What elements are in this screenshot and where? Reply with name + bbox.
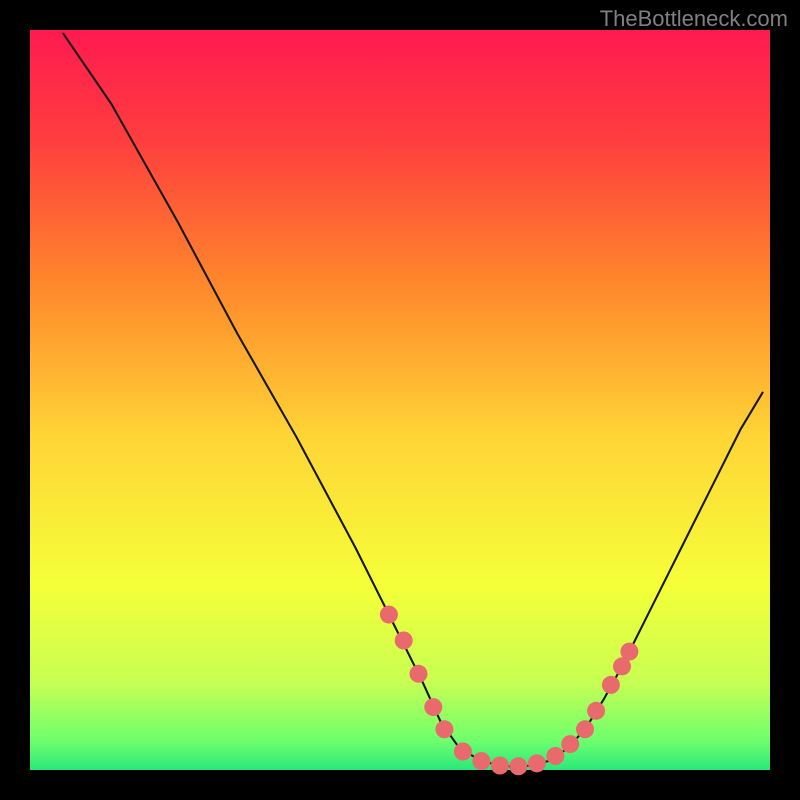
bottleneck-chart	[0, 0, 800, 800]
data-marker	[395, 632, 413, 650]
data-marker	[602, 676, 620, 694]
data-marker	[472, 752, 490, 770]
chart-container	[0, 0, 800, 800]
data-marker	[424, 698, 442, 716]
data-marker	[491, 757, 509, 775]
data-marker	[435, 720, 453, 738]
data-marker	[561, 735, 579, 753]
data-marker	[410, 665, 428, 683]
data-marker	[509, 757, 527, 775]
data-marker	[620, 643, 638, 661]
plot-background	[30, 30, 770, 770]
watermark-text: TheBottleneck.com	[600, 6, 788, 32]
data-marker	[546, 747, 564, 765]
data-marker	[528, 754, 546, 772]
data-marker	[576, 720, 594, 738]
data-marker	[587, 702, 605, 720]
data-marker	[454, 743, 472, 761]
data-marker	[380, 606, 398, 624]
